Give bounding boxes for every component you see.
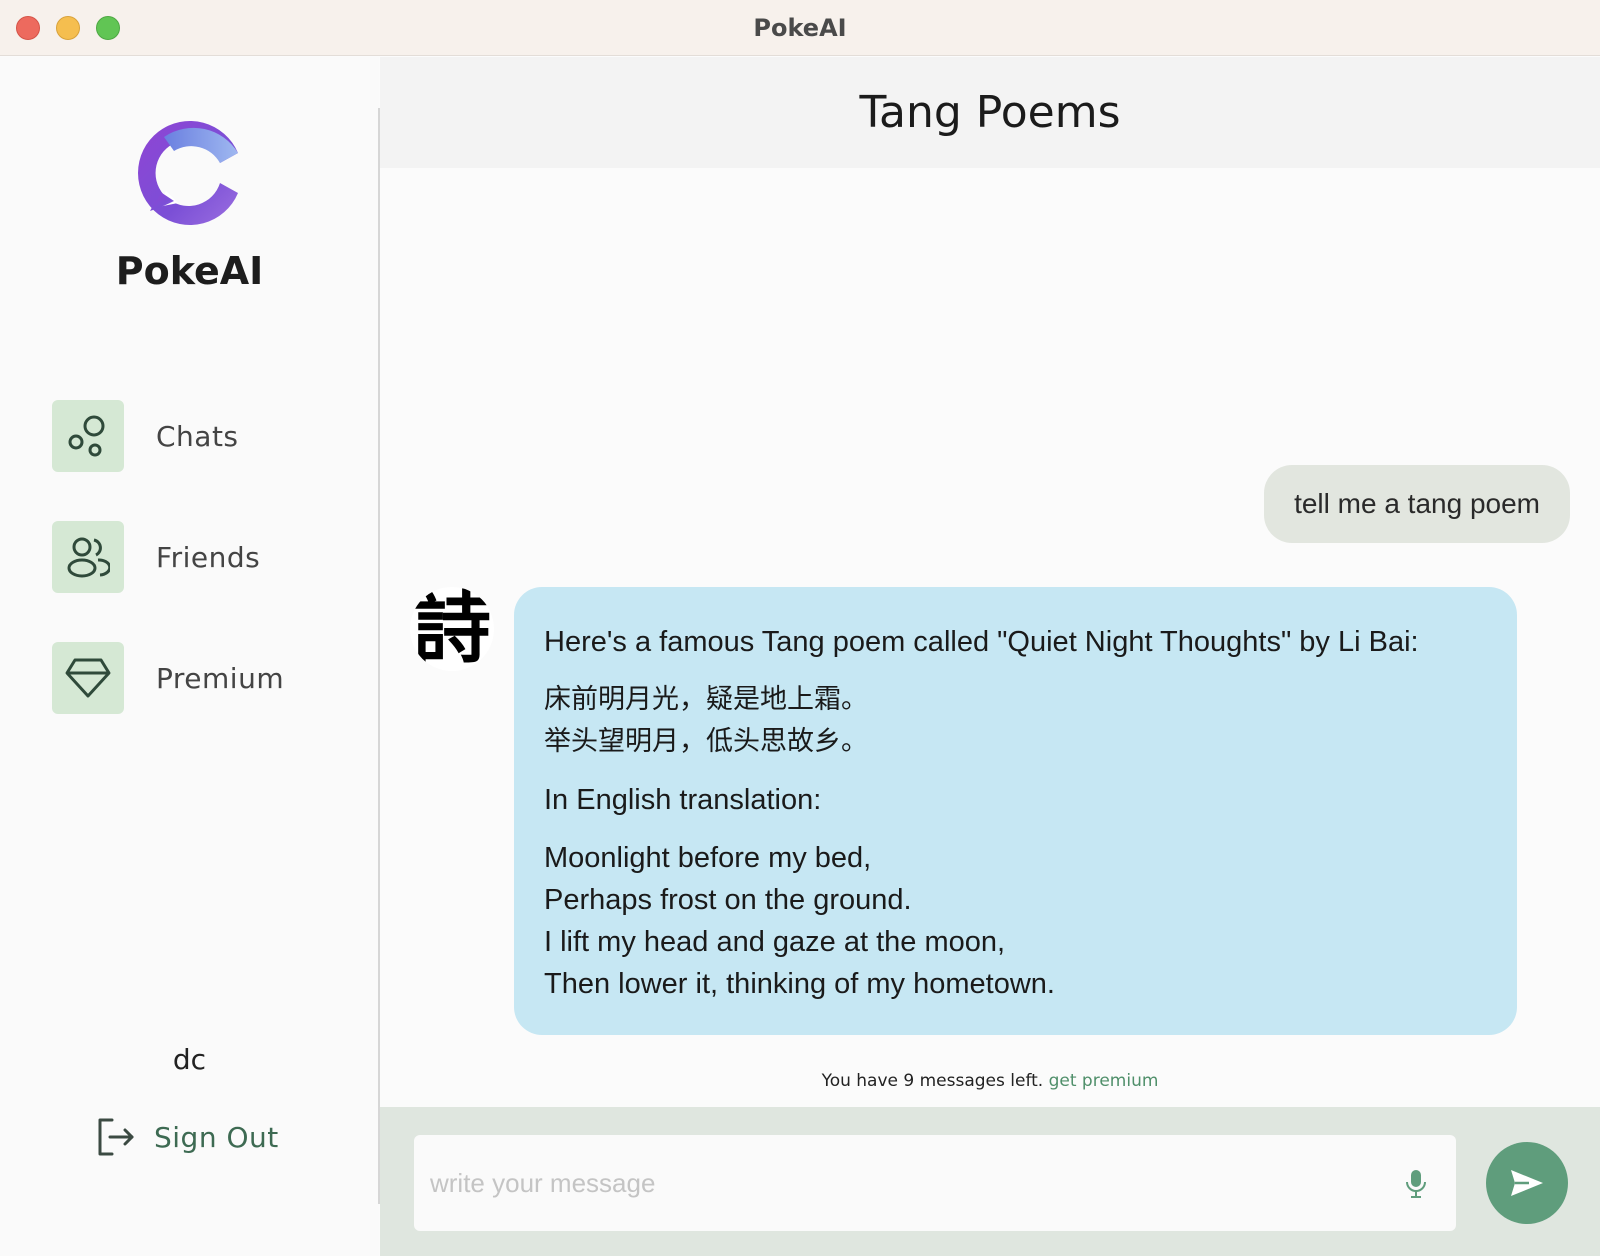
poem-line: Then lower it, thinking of my hometown.: [544, 968, 1055, 1000]
bot-avatar-glyph: 詩: [412, 587, 491, 671]
get-premium-link[interactable]: get premium: [1049, 1071, 1159, 1091]
user-message-text: tell me a tang poem: [1294, 488, 1540, 519]
microphone-icon[interactable]: [1404, 1169, 1428, 1199]
sidebar-item-friends[interactable]: Friends: [52, 521, 260, 593]
user-message-bubble: tell me a tang poem: [1264, 465, 1570, 543]
bot-message-bubble: Here's a famous Tang poem called "Quiet …: [514, 587, 1517, 1035]
sidebar-item-label: Chats: [156, 419, 239, 453]
app-logo-icon: [138, 121, 238, 225]
poem-line: 举头望明月，低头思故乡。: [544, 726, 868, 757]
bot-message-intro: Here's a famous Tang poem called "Quiet …: [544, 626, 1419, 658]
send-button[interactable]: [1486, 1142, 1568, 1224]
bot-message-chinese-poem: 床前明月光，疑是地上霜。 举头望明月，低头思故乡。: [544, 679, 1487, 763]
sidebar-item-label: Friends: [156, 540, 261, 574]
bot-message-english-poem: Moonlight before my bed, Perhaps frost o…: [544, 837, 1487, 1005]
sidebar-item-premium[interactable]: Premium: [52, 642, 284, 714]
sign-out-label: Sign Out: [154, 1120, 279, 1154]
send-icon: [1511, 1170, 1543, 1196]
sign-out-button[interactable]: Sign Out: [96, 1117, 279, 1157]
bot-message-translation-heading: In English translation:: [544, 784, 822, 816]
chat-title: Tang Poems: [380, 57, 1600, 168]
message-limit-notice: You have 9 messages left. get premium: [380, 1071, 1600, 1091]
poem-line: Perhaps frost on the ground.: [544, 884, 912, 916]
window-title: PokeAI: [753, 14, 847, 42]
diamond-icon: [52, 642, 124, 714]
sidebar: PokeAI Chats Friends Premium dc Sign Out: [0, 57, 379, 1256]
poem-line: I lift my head and gaze at the moon,: [544, 926, 1006, 958]
sidebar-item-chats[interactable]: Chats: [52, 400, 239, 472]
chat-panel: Tang Poems tell me a tang poem 詩 Here's …: [380, 57, 1600, 1256]
bot-avatar: 詩: [410, 587, 494, 671]
message-composer: [380, 1107, 1600, 1256]
poem-line: Moonlight before my bed,: [544, 842, 872, 874]
message-input[interactable]: [414, 1135, 1456, 1231]
sign-out-icon: [98, 1118, 134, 1156]
bubbles-icon: [52, 400, 124, 472]
brand-name: PokeAI: [115, 249, 264, 293]
message-limit-text: You have 9 messages left.: [821, 1071, 1044, 1091]
title-bar: PokeAI: [0, 0, 1600, 56]
poem-line: 床前明月光，疑是地上霜。: [544, 684, 868, 715]
username: dc: [172, 1043, 207, 1076]
sidebar-item-label: Premium: [156, 661, 285, 695]
users-icon: [52, 521, 124, 593]
